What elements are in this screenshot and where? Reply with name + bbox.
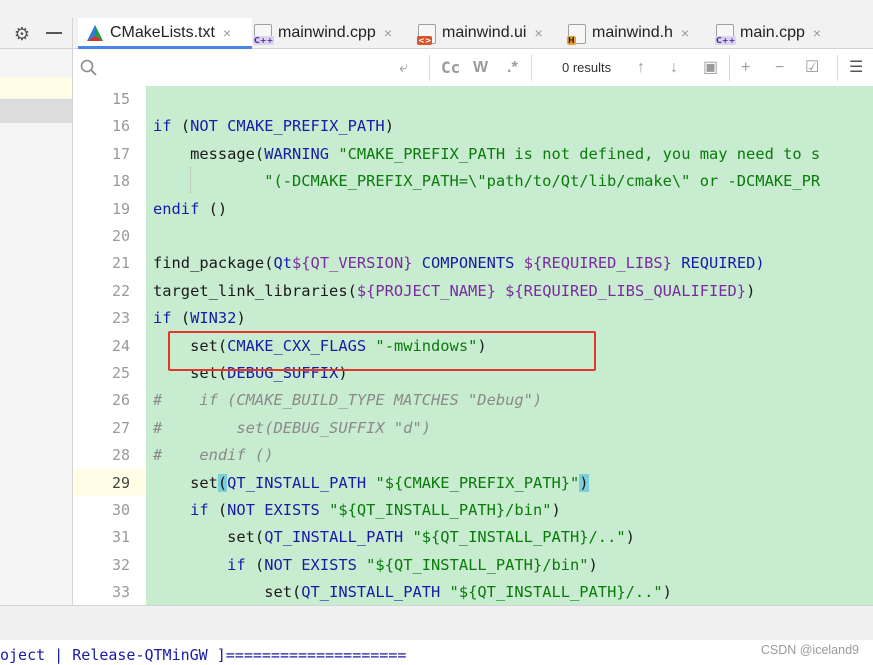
code-line: set(QT_INSTALL_PATH "${QT_INSTALL_PATH}/… [153,528,635,547]
line-number: 20 [111,227,130,245]
line-number: 30 [111,501,130,519]
project-panel-row-selected[interactable] [0,99,72,123]
project-panel [0,49,73,605]
code-line: target_link_libraries(${PROJECT_NAME} ${… [153,281,756,300]
line-number: 24 [111,336,130,355]
line-number: 18 [111,172,130,191]
tab-mainwind-cpp[interactable]: C++ mainwind.cpp × [253,18,392,48]
tab-divider [72,18,73,48]
code-line: if (NOT EXISTS "${QT_INSTALL_PATH}/bin") [153,555,598,574]
editor-tab-bar: ⚙ CMakeLists.txt × C++ mainwind.cpp × <>… [0,0,873,49]
line-number: 28 [111,446,130,465]
line-number: 26 [111,391,130,410]
close-icon[interactable]: × [223,25,231,41]
line-number: 31 [111,528,130,547]
file-badge: <> [417,36,433,45]
code-comment-line: # if (CMAKE_BUILD_TYPE MATCHES "Debug") [153,391,543,410]
tab-label: main.cpp [740,24,805,41]
code-line: set(QT_INSTALL_PATH "${QT_INSTALL_PATH}/… [153,583,672,602]
line-number: 19 [111,199,130,218]
code-line-current: set(QT_INSTALL_PATH "${CMAKE_PREFIX_PATH… [153,473,589,492]
code-line: "(-DCMAKE_PREFIX_PATH=\"path/to/Qt/lib/c… [264,172,821,191]
code-line: find_package(Qt${QT_VERSION} COMPONENTS … [153,254,765,273]
code-comment-line: # endif () [153,446,274,465]
select-all-occurrences-icon[interactable]: ☑ [805,49,819,86]
tab-cmakelists[interactable]: CMakeLists.txt × [78,18,252,49]
close-icon[interactable]: × [534,25,542,41]
line-number: 27 [111,418,130,437]
indent-guide [190,167,192,193]
close-icon[interactable]: × [681,25,689,41]
file-badge: C++ [715,36,737,45]
header-file-icon: H [567,24,586,45]
cpp-file-icon: C++ [715,24,737,45]
code-line: message(WARNING "CMAKE_PREFIX_PATH is no… [153,144,821,163]
select-all-icon[interactable]: ▣ [703,49,718,86]
project-panel-row[interactable] [0,77,72,98]
code-line: if (NOT CMAKE_PREFIX_PATH) [153,117,394,136]
cpp-file-icon: C++ [253,24,275,45]
line-number: 21 [111,254,130,273]
cmake-triangle-icon [86,24,104,42]
tab-label: mainwind.cpp [278,24,376,41]
separator [531,55,532,81]
add-occurrence-icon[interactable]: + [741,49,750,86]
line-number: 22 [111,281,130,300]
arrow-down-icon[interactable]: ↓ [670,49,678,86]
close-icon[interactable]: × [384,25,392,41]
search-icon[interactable] [79,49,99,86]
tab-label: mainwind.h [592,24,673,41]
whole-words-toggle[interactable]: W [473,49,488,86]
code-line: endif () [153,199,228,218]
filter-options-icon[interactable]: ☰ [849,49,863,86]
separator [729,55,730,81]
tab-label: mainwind.ui [442,24,527,41]
line-number: 32 [111,555,130,574]
line-number: 17 [111,144,130,163]
watermark: CSDN @iceland9 [760,643,859,657]
ui-file-icon: <> [417,24,436,45]
find-bar: ⤶ Cc W .* 0 results ↑ ↓ ▣ + − ☑ ☰ [73,49,873,87]
tab-mainwind-ui[interactable]: <> mainwind.ui × [417,18,543,48]
highlight-annotation-box [168,331,596,371]
line-number: 25 [111,364,130,382]
tab-label: CMakeLists.txt [110,24,215,41]
line-numbers: 15 16 17 18 19 20 21 22 23 24 25 26 27 28 29 30 31 32 33 [73,86,145,605]
tab-main-cpp[interactable]: C++ main.cpp × [715,18,821,48]
regex-toggle[interactable]: .* [507,49,518,86]
arrow-up-icon[interactable]: ↑ [637,49,645,86]
new-line-icon[interactable]: ⤶ [399,49,408,86]
line-number: 33 [111,583,130,602]
gear-icon[interactable]: ⚙ [12,24,32,44]
match-case-toggle[interactable]: Cc [441,49,460,86]
minimize-icon[interactable] [46,32,62,34]
search-input[interactable] [105,55,399,81]
code-comment-line: # set(DEBUG_SUFFIX "d") [153,418,431,437]
remove-occurrence-icon[interactable]: − [775,49,784,86]
line-number: 15 [111,90,130,108]
line-number: 29 [111,473,130,492]
separator [429,55,430,81]
file-badge: H [567,36,576,45]
code-line: if (NOT EXISTS "${QT_INSTALL_PATH}/bin") [153,501,561,519]
tab-mainwind-h[interactable]: H mainwind.h × [567,18,689,48]
console-output-line: oject | Release-QTMinGW ]===============… [0,646,407,664]
line-number: 23 [111,309,130,328]
close-icon[interactable]: × [813,25,821,41]
line-number: 16 [111,117,130,136]
file-badge: C++ [253,36,275,45]
bottom-toolbar [0,605,873,640]
code-line: if (WIN32) [153,309,246,328]
separator [837,55,838,81]
results-count: 0 results [562,60,612,75]
